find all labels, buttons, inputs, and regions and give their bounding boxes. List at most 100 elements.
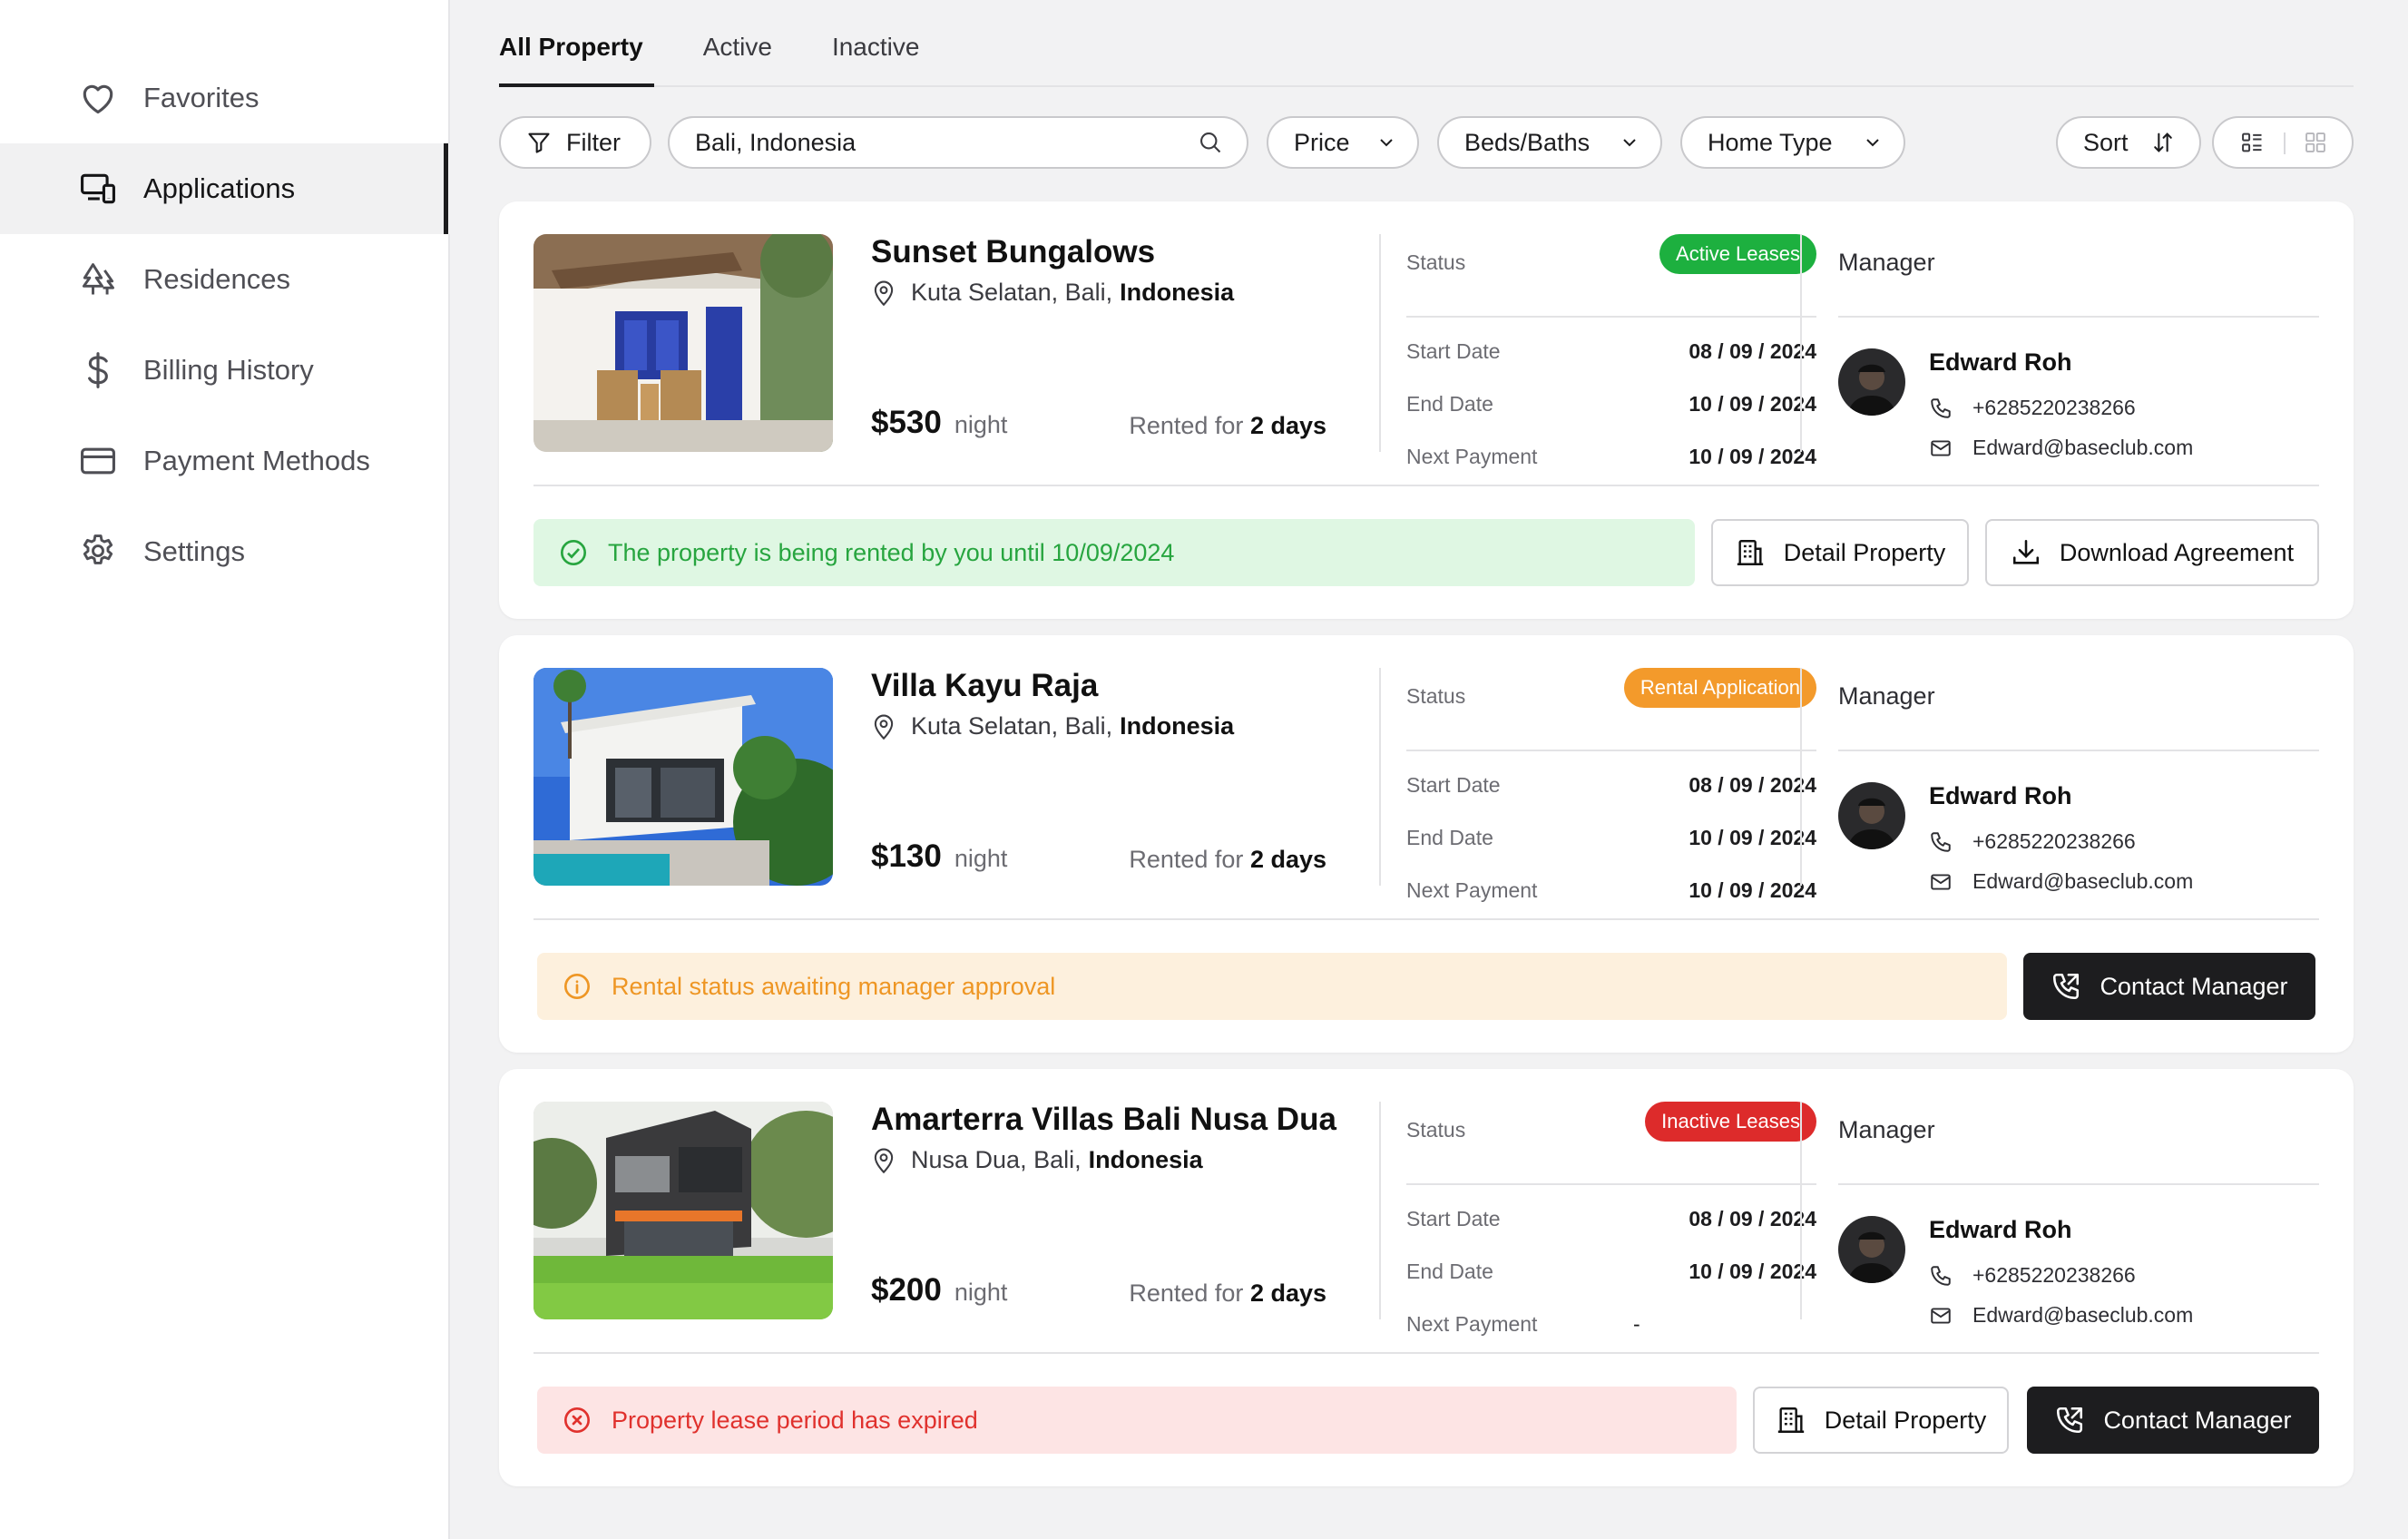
sidebar-item-applications[interactable]: Applications — [0, 143, 450, 234]
sort-button[interactable]: Sort — [2056, 116, 2201, 169]
chevron-down-icon — [1866, 139, 1879, 147]
rental-duration: Rented for 2 days — [1129, 412, 1326, 440]
end-date-value: 10 / 09 / 2024 — [1689, 392, 1816, 416]
phone-value: +6285220238266 — [1972, 1263, 2136, 1287]
property-name[interactable]: Sunset Bungalows — [871, 234, 1155, 270]
divider — [1800, 668, 1802, 886]
manager-email[interactable]: Edward@baseclub.com — [1929, 1303, 2193, 1328]
start-date-value: 08 / 09 / 2024 — [1689, 339, 1816, 363]
sidebar-item-payment-methods[interactable]: Payment Methods — [0, 416, 450, 506]
check-circle-icon — [561, 540, 586, 565]
contact-manager-button[interactable]: Contact Manager — [2027, 1387, 2319, 1454]
beds-baths-dropdown[interactable]: Beds/Baths — [1437, 116, 1662, 169]
download-icon — [2012, 539, 2039, 564]
manager-email[interactable]: Edward@baseclub.com — [1929, 869, 2193, 894]
property-name[interactable]: Amarterra Villas Bali Nusa Dua — [871, 1102, 1336, 1138]
email-value: Edward@baseclub.com — [1972, 436, 2194, 459]
divider — [1406, 1183, 1816, 1185]
tab-bar: All Property Active Inactive — [499, 24, 2354, 87]
notice-text: Rental status awaiting manager approval — [612, 972, 1056, 1000]
tab-all-property[interactable]: All Property — [499, 24, 654, 87]
manager-title: Manager — [1838, 1116, 1935, 1143]
end-date-label: End Date — [1406, 1260, 1493, 1283]
sidebar-nav: Favorites Applications Residences Billin… — [0, 53, 450, 597]
search-input[interactable] — [695, 128, 1203, 157]
phone-call-icon — [2053, 973, 2080, 1000]
button-label: Download Agreement — [2059, 538, 2295, 566]
status-notice: Rental status awaiting manager approval — [537, 953, 2007, 1020]
search-box — [668, 116, 1248, 169]
sidebar-item-residences[interactable]: Residences — [0, 234, 450, 325]
tab-inactive[interactable]: Inactive — [832, 24, 920, 85]
divider — [533, 918, 2319, 920]
map-pin-icon — [874, 1148, 894, 1174]
end-date-label: End Date — [1406, 392, 1493, 416]
property-name[interactable]: Villa Kayu Raja — [871, 668, 1098, 704]
grid-view-icon[interactable] — [2303, 130, 2328, 155]
property-price: $200 night — [871, 1272, 1007, 1309]
divider — [533, 485, 2319, 486]
duration-value: 2 days — [1249, 1279, 1326, 1307]
start-date-label: Start Date — [1406, 339, 1501, 363]
notice-text: Property lease period has expired — [612, 1406, 978, 1434]
sidebar-item-billing-history[interactable]: Billing History — [0, 325, 450, 416]
search-icon[interactable] — [1198, 130, 1223, 155]
status-badge: Rental Application — [1623, 668, 1816, 708]
detail-property-button[interactable]: Detail Property — [1711, 519, 1969, 586]
location-prefix: Kuta Selatan, Bali, — [911, 711, 1113, 740]
map-pin-icon — [874, 280, 894, 307]
price-value: $200 — [871, 1272, 942, 1308]
sort-icon — [2154, 132, 2172, 152]
location-prefix: Kuta Selatan, Bali, — [911, 278, 1113, 306]
building-icon — [1737, 540, 1763, 565]
rented-for-label: Rented for — [1129, 846, 1244, 873]
credit-card-icon — [78, 441, 118, 481]
price-value: $530 — [871, 405, 942, 440]
email-value: Edward@baseclub.com — [1972, 1303, 2194, 1327]
sidebar-item-settings[interactable]: Settings — [0, 506, 450, 597]
sidebar-item-favorites[interactable]: Favorites — [0, 53, 450, 143]
filter-button[interactable]: Filter — [499, 116, 651, 169]
beds-baths-label: Beds/Baths — [1464, 128, 1591, 156]
property-location: Kuta Selatan, Bali, Indonesia — [871, 278, 1234, 307]
manager-email[interactable]: Edward@baseclub.com — [1929, 436, 2193, 460]
divider — [1838, 750, 2319, 751]
button-label: Detail Property — [1783, 538, 1946, 566]
detail-property-button[interactable]: Detail Property — [1753, 1387, 2009, 1454]
x-circle-icon — [564, 1407, 590, 1433]
contact-manager-button[interactable]: Contact Manager — [2023, 953, 2315, 1020]
property-location: Nusa Dua, Bali, Indonesia — [871, 1145, 1203, 1174]
list-view-icon[interactable] — [2239, 130, 2265, 155]
location-prefix: Nusa Dua, Bali, — [911, 1145, 1082, 1173]
tab-active[interactable]: Active — [703, 24, 772, 85]
sidebar-item-label: Settings — [143, 535, 246, 567]
start-date-label: Start Date — [1406, 773, 1501, 797]
status-label: Status — [1406, 250, 1466, 274]
manager-title: Manager — [1838, 682, 1935, 710]
toolbar: Filter Price Beds/Baths Home Type Sort — [499, 116, 2354, 169]
download-agreement-button[interactable]: Download Agreement — [1985, 519, 2319, 586]
sidebar: Favorites Applications Residences Billin… — [0, 0, 450, 1539]
divider — [1379, 668, 1381, 886]
price-label: Price — [1294, 128, 1350, 156]
manager-phone[interactable]: +6285220238266 — [1929, 1263, 2136, 1288]
property-card: Amarterra Villas Bali Nusa Dua Nusa Dua,… — [499, 1069, 2354, 1486]
rental-duration: Rented for 2 days — [1129, 1279, 1326, 1308]
start-date-value: 08 / 09 / 2024 — [1689, 773, 1816, 797]
manager-phone[interactable]: +6285220238266 — [1929, 829, 2136, 854]
manager-name: Edward Roh — [1929, 1216, 2072, 1243]
manager-phone[interactable]: +6285220238266 — [1929, 396, 2136, 420]
property-card: Villa Kayu Raja Kuta Selatan, Bali, Indo… — [499, 635, 2354, 1053]
phone-value: +6285220238266 — [1972, 829, 2136, 853]
rented-for-label: Rented for — [1129, 412, 1244, 439]
home-type-dropdown[interactable]: Home Type — [1680, 116, 1905, 169]
property-image — [533, 668, 833, 886]
price-dropdown[interactable]: Price — [1267, 116, 1419, 169]
sidebar-item-label: Applications — [143, 172, 296, 204]
end-date-value: 10 / 09 / 2024 — [1689, 1260, 1816, 1283]
phone-value: +6285220238266 — [1972, 396, 2136, 419]
manager-name: Edward Roh — [1929, 348, 2072, 376]
next-payment-label: Next Payment — [1406, 878, 1538, 902]
mail-icon — [1931, 1307, 1951, 1324]
sidebar-item-label: Favorites — [143, 82, 259, 113]
